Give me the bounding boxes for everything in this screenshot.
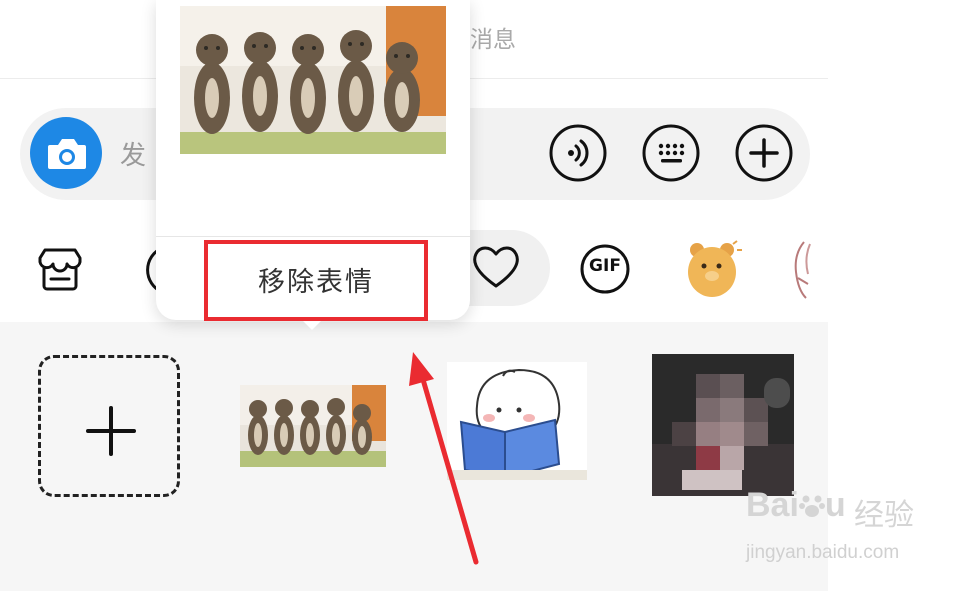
watermark-cn: 经验 xyxy=(854,498,914,533)
baidu-jingyan-watermark: Bai u 经验 jingyan.baidu.com xyxy=(746,486,936,572)
watermark-logo: Bai u xyxy=(746,486,846,524)
watermark-url: jingyan.baidu.com xyxy=(746,542,900,563)
paw-icon xyxy=(798,495,825,517)
